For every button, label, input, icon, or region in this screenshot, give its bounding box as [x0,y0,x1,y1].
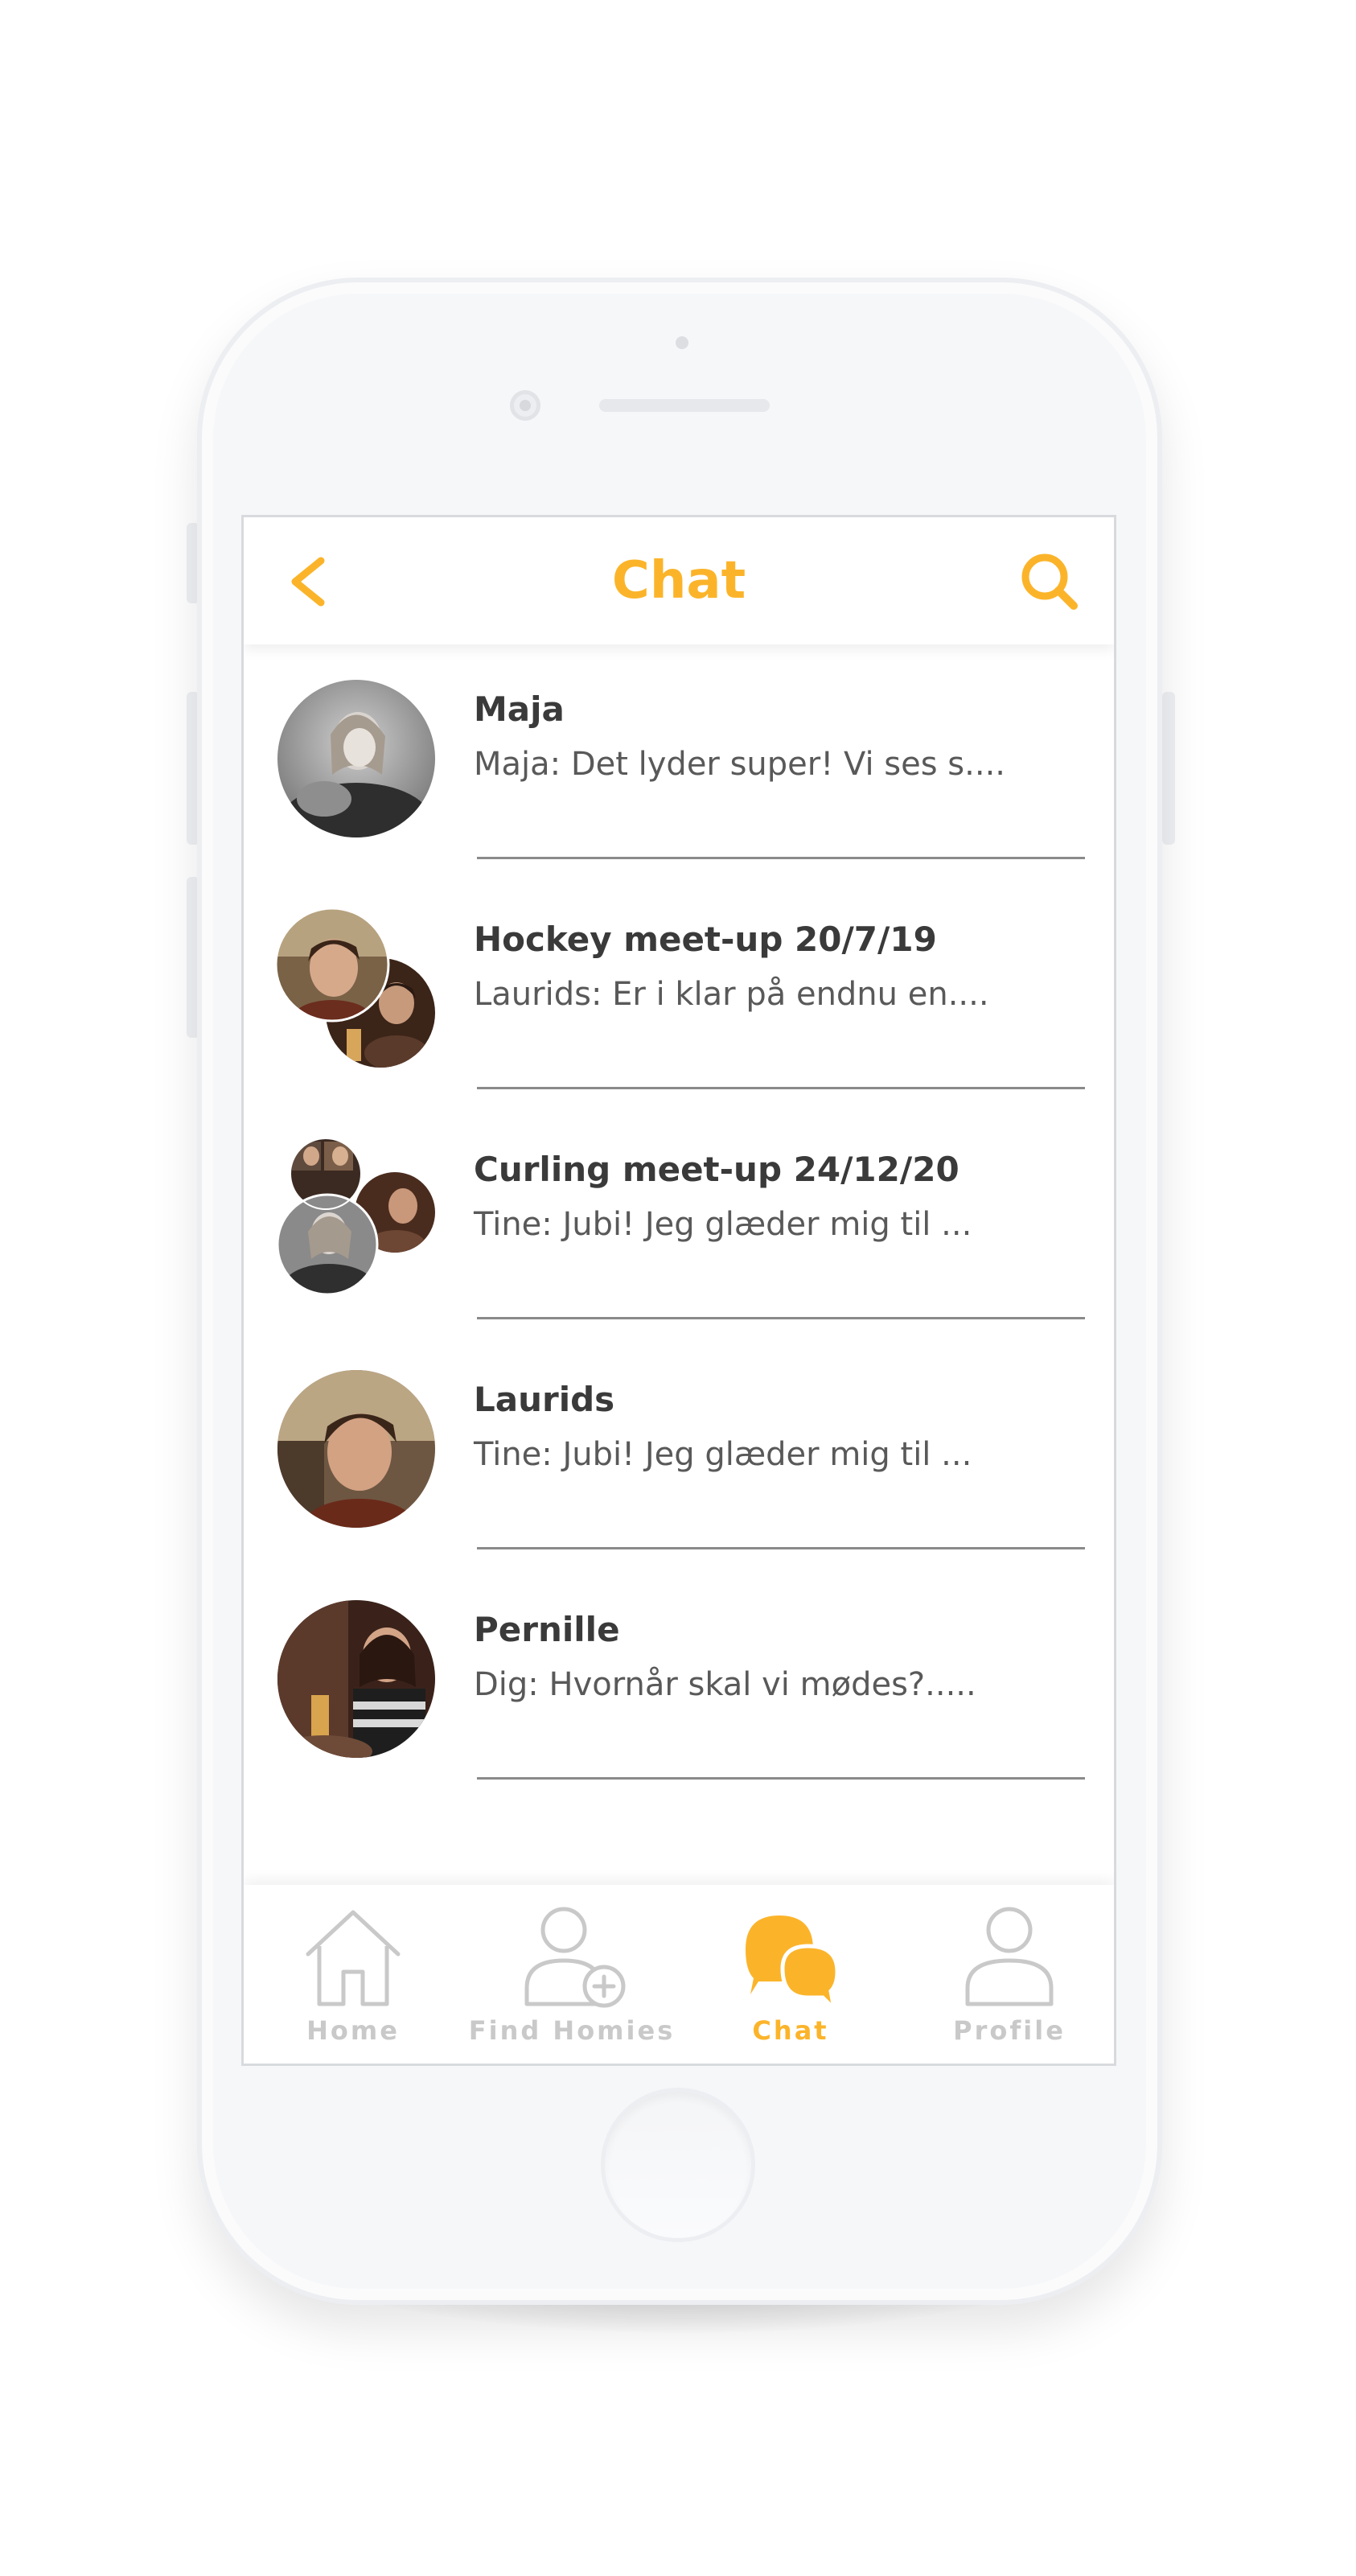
divider [477,857,1085,859]
chat-item-hockey-meetup[interactable]: Hockey meet-up 20/7/19 Laurids: Er i kla… [244,874,1114,1105]
tab-label: Profile [953,2015,1066,2046]
tab-label: Chat [752,2015,829,2046]
page-title: Chat [611,551,746,611]
chat-item-maja[interactable]: Maja Maja: Det lyder super! Vi ses s.... [244,644,1114,874]
bottom-tab-bar: Home Find Homies Chat Profile [244,1885,1114,2064]
avatar [277,1600,435,1758]
chat-preview: Tine: Jubi! Jeg glæder mig til ... [474,1206,972,1243]
top-bar: Chat [244,517,1114,644]
tab-find-homies[interactable]: Find Homies [462,1885,681,2064]
chat-name: Laurids [474,1380,615,1419]
divider [477,1087,1085,1089]
divider [477,1777,1085,1780]
chat-item-curling-meetup[interactable]: Curling meet-up 24/12/20 Tine: Jubi! Jeg… [244,1105,1114,1335]
home-icon [306,1910,401,2006]
chat-name: Pernille [474,1610,620,1649]
chat-name: Curling meet-up 24/12/20 [474,1150,959,1189]
app-screen: Chat Maja Maja: Det lyder super! Vi ses … [241,515,1116,2066]
avatar [277,680,435,837]
tab-profile[interactable]: Profile [900,1885,1114,2064]
chat-preview: Dig: Hvornår skal vi mødes?..... [474,1666,976,1703]
divider [477,1547,1085,1549]
chat-preview: Maja: Det lyder super! Vi ses s.... [474,746,1005,783]
chat-preview: Tine: Jubi! Jeg glæder mig til ... [474,1436,972,1473]
tab-label: Home [306,2015,400,2046]
search-icon [1021,553,1078,610]
home-button[interactable] [605,2092,751,2238]
avatar [277,1370,435,1528]
user-icon [965,1907,1054,2006]
tab-home[interactable]: Home [244,1885,462,2064]
chat-bubbles-icon [746,1916,840,2014]
divider [477,1317,1085,1319]
earpiece-speaker [599,399,770,412]
tab-label: Find Homies [468,2015,676,2046]
group-avatar [276,1138,435,1296]
search-button[interactable] [1009,541,1090,622]
chat-name: Hockey meet-up 20/7/19 [474,920,937,959]
chat-item-laurids[interactable]: Laurids Tine: Jubi! Jeg glæder mig til .… [244,1335,1114,1565]
chat-item-pernille[interactable]: Pernille Dig: Hvornår skal vi mødes?....… [244,1565,1114,1795]
tab-chat[interactable]: Chat [681,1885,900,2064]
proximity-sensor [676,336,688,349]
group-avatar [276,908,435,1068]
chat-name: Maja [474,689,565,729]
chat-list: Maja Maja: Det lyder super! Vi ses s.... [244,644,1114,1795]
power-button [1162,692,1175,845]
add-user-icon [524,1907,626,2008]
front-camera [510,390,540,421]
chat-preview: Laurids: Er i klar på endnu en.... [474,976,989,1013]
